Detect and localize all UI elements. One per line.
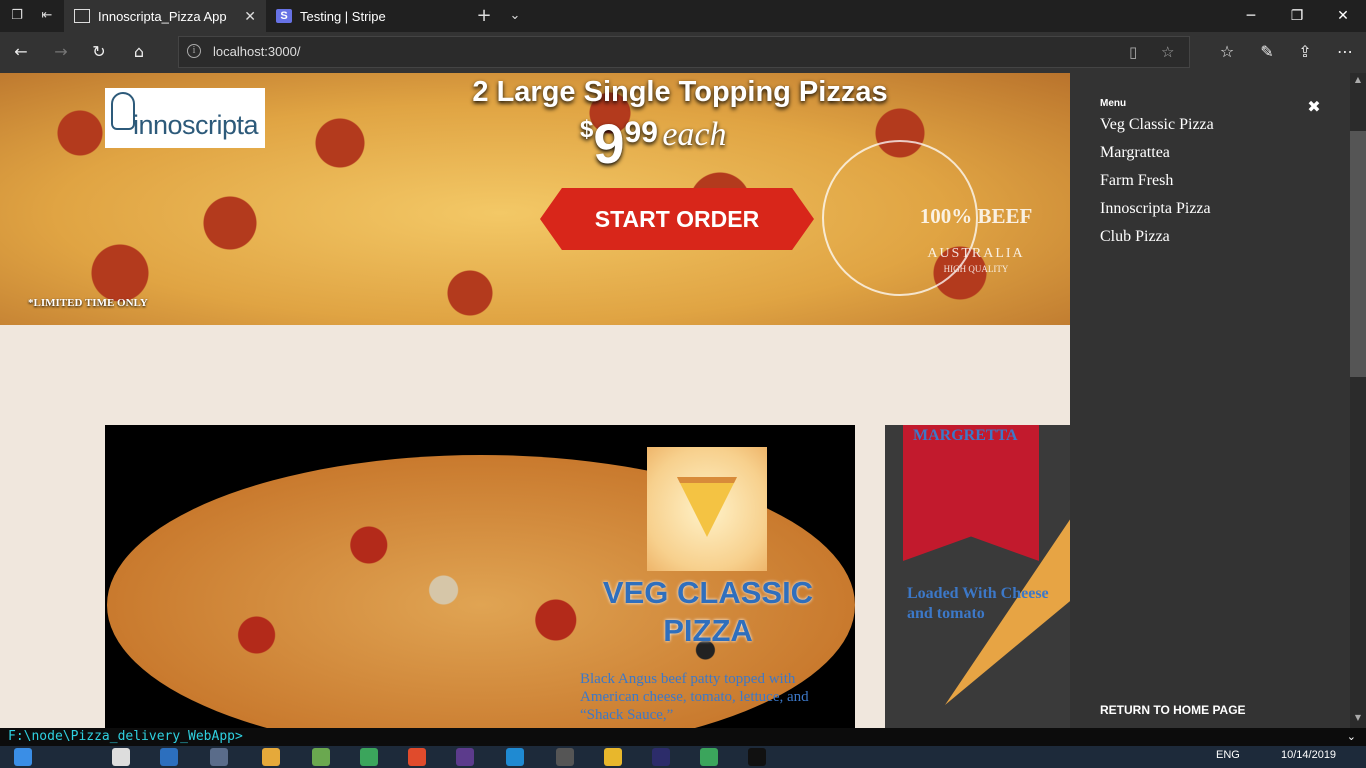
- set-aside-tabs-icon[interactable]: ⇤: [38, 7, 56, 25]
- pen-icon[interactable]: ✎: [1256, 41, 1278, 63]
- page-icon: [74, 9, 90, 23]
- quality-seal: 100% BEEF AUSTRALIA HIGH QUALITY: [822, 140, 1032, 296]
- folder-icon[interactable]: [262, 748, 280, 766]
- return-home-link[interactable]: RETURN TO HOME PAGE: [1100, 703, 1246, 717]
- share-icon[interactable]: ⇪: [1294, 41, 1316, 63]
- price-cents: 99: [624, 116, 658, 149]
- pizza-slice-icon: [677, 477, 737, 537]
- minimize-button[interactable]: ─: [1228, 0, 1274, 32]
- stripe-icon: S: [276, 9, 292, 23]
- browser-tab-bar: ❐ ⇤ Innoscripta_Pizza App ✕ S Testing | …: [0, 0, 1366, 32]
- address-url: localhost:3000/: [213, 44, 301, 59]
- price-each: each: [662, 116, 727, 153]
- price-main: 9: [593, 112, 625, 175]
- close-tab-icon[interactable]: ✕: [244, 8, 256, 25]
- forward-icon[interactable]: →: [50, 41, 72, 63]
- close-menu-icon[interactable]: ✖: [1305, 98, 1323, 116]
- home-icon[interactable]: ⌂: [128, 41, 150, 63]
- terminal-icon[interactable]: [556, 748, 574, 766]
- chevron-down-icon[interactable]: ⌄: [1347, 728, 1356, 746]
- refresh-icon[interactable]: ↻: [88, 41, 110, 63]
- more-icon[interactable]: ⋯: [1334, 41, 1356, 63]
- menu-item-margrattea[interactable]: Margrattea: [1100, 144, 1170, 162]
- app-icon[interactable]: [312, 748, 330, 766]
- close-window-button[interactable]: ✕: [1320, 0, 1366, 32]
- menu-item-innoscripta[interactable]: Innoscripta Pizza: [1100, 200, 1211, 218]
- console-path: F:\node\Pizza_delivery_WebApp>: [8, 729, 243, 744]
- logo-text: innoscripta: [133, 110, 259, 140]
- store-icon[interactable]: [112, 748, 130, 766]
- tab-manager-icon[interactable]: ❐: [8, 7, 26, 25]
- scroll-up-icon[interactable]: ▲: [1353, 75, 1363, 84]
- hero-title: 2 Large Single Topping Pizzas: [472, 76, 888, 108]
- address-bar[interactable]: i localhost:3000/ ▯ ☆: [178, 36, 1190, 68]
- tab-stripe[interactable]: S Testing | Stripe: [266, 0, 466, 32]
- margretta-card[interactable]: [885, 425, 1070, 735]
- app-icon[interactable]: [456, 748, 474, 766]
- app-icon[interactable]: [652, 748, 670, 766]
- restore-button[interactable]: ❐: [1274, 0, 1320, 32]
- margretta-card-text: Loaded With Cheese and tomato: [907, 585, 1049, 622]
- language-indicator[interactable]: ENG: [1216, 749, 1240, 761]
- red-ribbon: [903, 425, 1039, 561]
- menu-item-veg-classic[interactable]: Veg Classic Pizza: [1100, 116, 1214, 134]
- menu-item-farm-fresh[interactable]: Farm Fresh: [1100, 172, 1173, 190]
- app-icon[interactable]: [210, 748, 228, 766]
- console-window[interactable]: F:\node\Pizza_delivery_WebApp> ⌄: [0, 728, 1366, 746]
- new-tab-icon[interactable]: +: [475, 7, 493, 25]
- tab-innoscripta[interactable]: Innoscripta_Pizza App ✕: [64, 0, 266, 32]
- menu-label: Menu: [1100, 98, 1127, 109]
- start-order-button[interactable]: START ORDER: [540, 188, 814, 250]
- info-icon[interactable]: i: [187, 44, 201, 58]
- seal-country: AUSTRALIA: [927, 246, 1025, 261]
- app-icon[interactable]: [408, 748, 426, 766]
- tab-title: Testing | Stripe: [300, 8, 386, 24]
- chrome-icon[interactable]: [604, 748, 622, 766]
- seal-quality: HIGH QUALITY: [943, 264, 1009, 274]
- app-icon[interactable]: [506, 748, 524, 766]
- favorites-icon[interactable]: ☆: [1216, 41, 1238, 63]
- app-icon[interactable]: [360, 748, 378, 766]
- edge-icon[interactable]: [160, 748, 178, 766]
- page-scrollbar[interactable]: ▲ ▼: [1350, 73, 1366, 728]
- hero-price: $999 each: [580, 116, 727, 172]
- clock-date[interactable]: 10/14/2019: [1281, 749, 1336, 761]
- tab-title: Innoscripta_Pizza App: [98, 8, 227, 24]
- scrollbar-thumb[interactable]: [1350, 131, 1366, 377]
- margretta-card-title: MARGRETTA: [913, 427, 1018, 444]
- scroll-down-icon[interactable]: ▼: [1353, 713, 1363, 722]
- seal-main-text: 100% BEEF: [919, 204, 1033, 228]
- lightbulb-icon: [111, 92, 135, 130]
- innoscripta-logo[interactable]: innoscripta: [105, 88, 265, 148]
- star-icon[interactable]: ☆: [1161, 43, 1174, 61]
- veg-card-description: Black Angus beef patty topped with Ameri…: [580, 671, 809, 723]
- price-dollar: $: [580, 116, 594, 143]
- chevron-down-icon[interactable]: ⌄: [506, 7, 524, 25]
- reading-view-icon[interactable]: ▯: [1129, 43, 1137, 61]
- windows-taskbar: ENG 10/14/2019: [0, 746, 1366, 768]
- pizza-slice-sticker: [647, 447, 767, 571]
- limited-time-note: *LIMITED TIME ONLY: [28, 297, 148, 309]
- app-icon[interactable]: [700, 748, 718, 766]
- windows-start-icon[interactable]: [14, 748, 32, 766]
- back-icon[interactable]: ←: [10, 41, 32, 63]
- veg-card-title: VEG CLASSIC PIZZA: [602, 575, 814, 648]
- menu-item-club[interactable]: Club Pizza: [1100, 228, 1170, 246]
- app-icon[interactable]: [748, 748, 766, 766]
